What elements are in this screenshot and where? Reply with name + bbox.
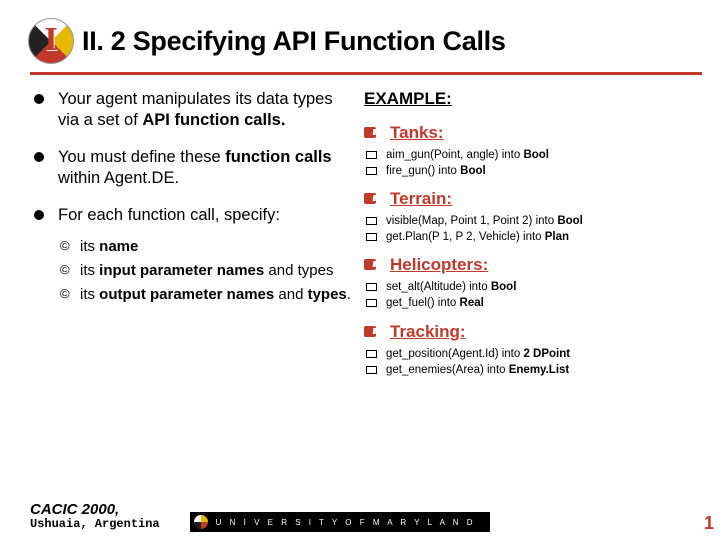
right-column: EXAMPLE: Tanks: aim_gun(Point, angle) int… — [354, 89, 684, 388]
main-bullet-list: Your agent manipulates its data types vi… — [34, 89, 354, 305]
slide-title: II. 2 Specifying API Function Calls — [82, 26, 506, 57]
function-list: get_position(Agent.Id) into 2 DPointget_… — [366, 346, 684, 378]
slide-body: Your agent manipulates its data types vi… — [0, 75, 720, 388]
main-bullet: Your agent manipulates its data types vi… — [34, 89, 354, 131]
page-number: 1 — [704, 513, 714, 534]
conference-name: CACIC 2000, — [30, 501, 160, 518]
main-bullet: You must define these function calls wit… — [34, 147, 354, 189]
left-column: Your agent manipulates its data types vi… — [34, 89, 354, 388]
function-item: get_enemies(Area) into Enemy.List — [366, 362, 684, 378]
main-bullet: For each function call, specify:its name… — [34, 205, 354, 305]
sub-bullet-list: its name its input parameter names and ty… — [58, 237, 354, 306]
function-item: get_position(Agent.Id) into 2 DPoint — [366, 346, 684, 362]
example-group-title: Tanks: — [364, 123, 684, 143]
conference-location: Ushuaia, Argentina — [30, 518, 160, 532]
function-item: aim_gun(Point, angle) into Bool — [366, 147, 684, 163]
slide-header: II. 2 Specifying API Function Calls — [0, 0, 720, 70]
function-list: visible(Map, Point 1, Point 2) into Bool… — [366, 213, 684, 245]
function-list: aim_gun(Point, angle) into Boolfire_gun(… — [366, 147, 684, 179]
umd-seal-icon — [28, 18, 74, 64]
conference-info: CACIC 2000, Ushuaia, Argentina — [30, 501, 160, 532]
example-group-list: Tanks: aim_gun(Point, angle) into Boolfir… — [364, 123, 684, 378]
sub-bullet: its output parameter names and types. — [58, 285, 354, 305]
example-group-title: Terrain: — [364, 189, 684, 209]
function-item: visible(Map, Point 1, Point 2) into Bool — [366, 213, 684, 229]
function-item: get.Plan(P 1, P 2, Vehicle) into Plan — [366, 229, 684, 245]
sub-bullet: its input parameter names and types — [58, 261, 354, 281]
example-group-title: Tracking: — [364, 322, 684, 342]
function-item: get_fuel() into Real — [366, 295, 684, 311]
function-list: set_alt(Altitude) into Boolget_fuel() in… — [366, 279, 684, 311]
example-heading: EXAMPLE: — [364, 89, 684, 109]
umd-footer-bar: U N I V E R S I T Y O F M A R Y L A N D — [190, 512, 490, 532]
example-group-title: Helicopters: — [364, 255, 684, 275]
slide-footer: CACIC 2000, Ushuaia, Argentina U N I V E… — [30, 501, 712, 532]
function-item: set_alt(Altitude) into Bool — [366, 279, 684, 295]
sub-bullet: its name — [58, 237, 354, 257]
function-item: fire_gun() into Bool — [366, 163, 684, 179]
